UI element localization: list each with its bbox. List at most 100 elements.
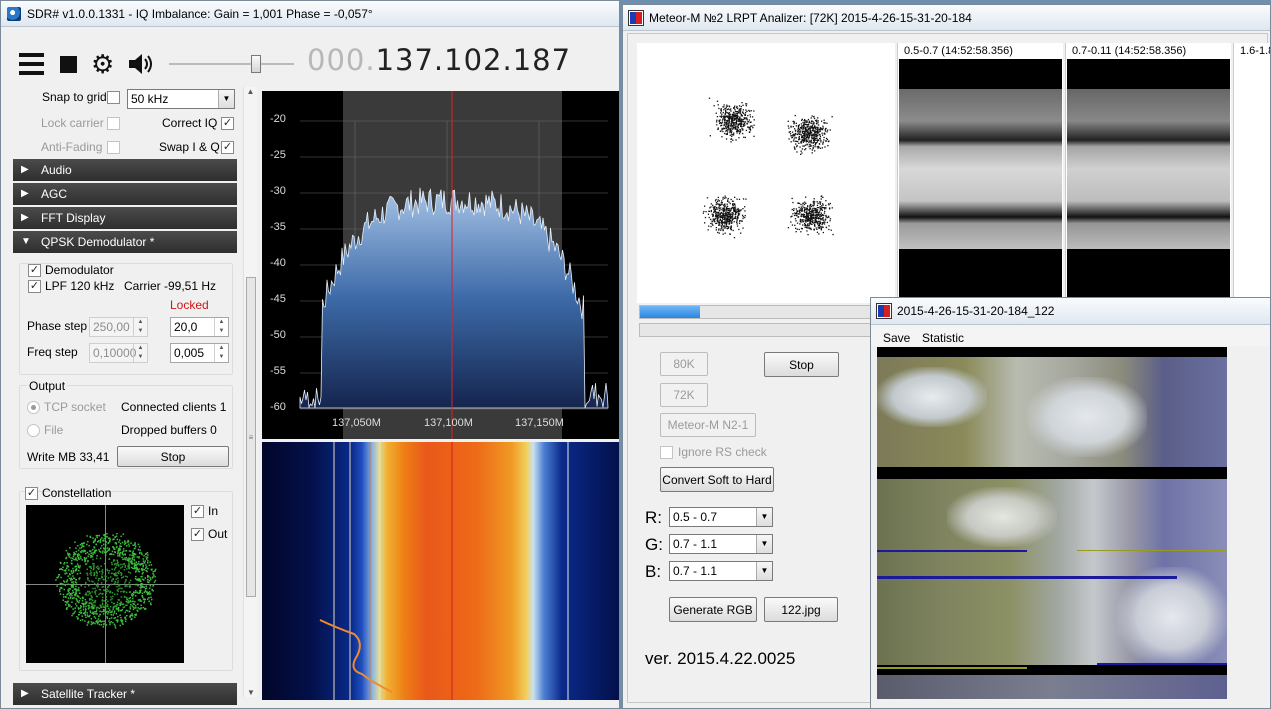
scrollbar-thumb[interactable]: ≡ <box>246 277 256 597</box>
swap-iq-label: Swap I & Q <box>159 140 220 154</box>
b-label: B: <box>645 562 662 581</box>
menu-save[interactable]: Save <box>883 328 910 349</box>
b-channel-select[interactable]: 0.7 - 1.1 ▼ <box>669 561 773 581</box>
swap-iq-checkbox[interactable]: ✓ <box>221 141 234 154</box>
channel-3-label: 1.6-1.8 <box>1240 45 1271 57</box>
spin-arrows-icon[interactable]: ▲ ▼ <box>133 344 147 362</box>
spin-arrows-icon[interactable]: ▲ ▼ <box>133 318 147 336</box>
stop-icon[interactable] <box>60 56 77 73</box>
scroll-up-icon[interactable]: ▲ <box>244 87 257 96</box>
analyzer-titlebar[interactable]: Meteor-M №2 LRPT Analizer: [72K] 2015-4-… <box>623 5 1270 31</box>
x-tick: 137,050M <box>332 417 381 429</box>
tcp-socket-label: TCP socket <box>44 400 106 414</box>
frequency-prefix[interactable]: 000. <box>307 43 376 77</box>
phase-step-a-value: 250,00 <box>93 320 130 334</box>
chevron-down-icon[interactable]: ▼ <box>756 562 772 580</box>
panel-sat-label: Satellite Tracker * <box>41 687 136 701</box>
chevron-down-icon[interactable]: ▼ <box>756 508 772 526</box>
y-tick: -55 <box>270 365 286 377</box>
menu-icon[interactable] <box>19 53 44 75</box>
out-checkbox[interactable]: ✓ <box>191 528 204 541</box>
tcp-socket-radio[interactable] <box>27 401 40 414</box>
output-label: Output <box>27 379 68 393</box>
waterfall-overlay <box>319 442 569 700</box>
lock-carrier-checkbox[interactable] <box>107 117 120 130</box>
snap-value-select[interactable]: 50 kHz ▼ <box>127 89 235 109</box>
freq-step-b-input[interactable]: 0,005 ▲ ▼ <box>170 343 229 363</box>
chevron-down-icon[interactable]: ▼ <box>218 90 234 108</box>
g-channel-select[interactable]: 0.7 - 1.1 ▼ <box>669 534 773 554</box>
waterfall-view[interactable] <box>262 442 619 700</box>
phase-step-a-input[interactable]: 250,00 ▲ ▼ <box>89 317 148 337</box>
gear-icon[interactable]: ⚙ <box>91 51 117 77</box>
panel-satellite-tracker[interactable]: ▶ Satellite Tracker * <box>13 683 237 705</box>
panel-fft-display[interactable]: ▶ FFT Display <box>13 207 237 229</box>
menu-statistic[interactable]: Statistic <box>922 328 964 349</box>
output-stop-button[interactable]: Stop <box>117 446 229 467</box>
panel-agc[interactable]: ▶ AGC <box>13 183 237 205</box>
constellation-checkbox[interactable]: ✓ <box>25 487 38 500</box>
in-checkbox[interactable]: ✓ <box>191 505 204 518</box>
chevron-down-icon[interactable]: ▼ <box>756 535 772 553</box>
meteor-m-n2-1-button[interactable]: Meteor-M N2-1 <box>660 413 756 437</box>
speaker-icon[interactable] <box>127 51 155 77</box>
ignore-rs-checkbox[interactable] <box>660 446 673 459</box>
secondary-progress <box>639 323 873 337</box>
volume-slider-thumb[interactable] <box>251 55 261 73</box>
snap-to-grid-checkbox[interactable] <box>107 91 120 104</box>
constellation-cluster <box>787 114 833 155</box>
constellation-cluster <box>702 195 747 239</box>
y-tick: -40 <box>270 257 286 269</box>
anti-fading-label: Anti-Fading <box>41 140 103 154</box>
spin-arrows-icon[interactable]: ▲ ▼ <box>214 344 228 362</box>
80k-button[interactable]: 80K <box>660 352 708 376</box>
generate-rgb-button[interactable]: Generate RGB <box>669 597 757 622</box>
channel-strip-2: 0.7-0.11 (14:52:58.356) <box>1065 43 1231 303</box>
image-window: 2015-4-26-15-31-20-184_122 Save Statisti… <box>870 297 1271 709</box>
72k-button[interactable]: 72K <box>660 383 708 407</box>
jpg-button[interactable]: 122.jpg <box>764 597 838 622</box>
r-channel-select[interactable]: 0.5 - 0.7 ▼ <box>669 507 773 527</box>
y-tick: -30 <box>270 185 286 197</box>
dropped-buffers: Dropped buffers 0 <box>121 423 217 437</box>
freq-step-a-value: 0,10000 <box>93 346 137 360</box>
anti-fading-checkbox[interactable] <box>107 141 120 154</box>
spectrum-y-axis: -20 -25 -30 -35 -40 -45 -50 -55 -60 <box>262 91 292 439</box>
y-tick: -25 <box>270 149 286 161</box>
file-radio[interactable] <box>27 424 40 437</box>
connected-clients: Connected clients 1 <box>121 400 227 414</box>
frequency-display[interactable]: 000.137.102.187 <box>307 43 571 77</box>
channel-2-label: 0.7-0.11 (14:52:58.356) <box>1072 45 1187 57</box>
snap-value: 50 kHz <box>131 92 169 106</box>
phase-step-b-input[interactable]: 20,0 ▲ ▼ <box>170 317 229 337</box>
correct-iq-checkbox[interactable]: ✓ <box>221 117 234 130</box>
demodulator-checkbox[interactable]: ✓ <box>28 264 41 277</box>
volume-slider[interactable] <box>169 55 294 73</box>
freq-step-a-input[interactable]: 0,10000 ▲ ▼ <box>89 343 148 363</box>
sdr-titlebar[interactable]: SDR# v1.0.0.1331 - IQ Imbalance: Gain = … <box>1 1 619 27</box>
r-channel-value: 0.5 - 0.7 <box>673 510 718 524</box>
ignore-rs-label: Ignore RS check <box>678 445 767 459</box>
g-channel-value: 0.7 - 1.1 <box>673 537 718 551</box>
expand-arrow-icon: ▶ <box>21 212 29 223</box>
spectrum-view[interactable]: -20 -25 -30 -35 -40 -45 -50 -55 -60 137,… <box>262 91 619 439</box>
spin-arrows-icon[interactable]: ▲ ▼ <box>214 318 228 336</box>
write-mb: Write MB 33,41 <box>27 450 110 464</box>
image-menubar: Save Statistic <box>871 325 1270 349</box>
image-window-right-margin <box>1227 347 1270 699</box>
analyzer-app-icon <box>628 9 644 26</box>
panel-audio[interactable]: ▶ Audio <box>13 159 237 181</box>
lpf-checkbox[interactable]: ✓ <box>28 280 41 293</box>
x-tick: 137,150M <box>515 417 564 429</box>
panel-qpsk-label: QPSK Demodulator * <box>41 235 155 249</box>
frequency-main[interactable]: 137.102.187 <box>376 43 572 77</box>
image-titlebar[interactable]: 2015-4-26-15-31-20-184_122 <box>871 298 1270 325</box>
analyzer-stop-button[interactable]: Stop <box>764 352 839 377</box>
panel-scrollbar[interactable]: ▲ ≡ ▼ <box>243 87 257 697</box>
g-label: G: <box>645 535 663 554</box>
control-panel: Snap to grid 50 kHz ▼ Lock carrier Correc… <box>1 87 259 708</box>
scroll-down-icon[interactable]: ▼ <box>244 688 258 697</box>
snap-to-grid-label: Snap to grid <box>42 90 107 104</box>
convert-soft-to-hard-button[interactable]: Convert Soft to Hard <box>660 467 774 492</box>
panel-qpsk[interactable]: ▼ QPSK Demodulator * <box>13 231 237 253</box>
